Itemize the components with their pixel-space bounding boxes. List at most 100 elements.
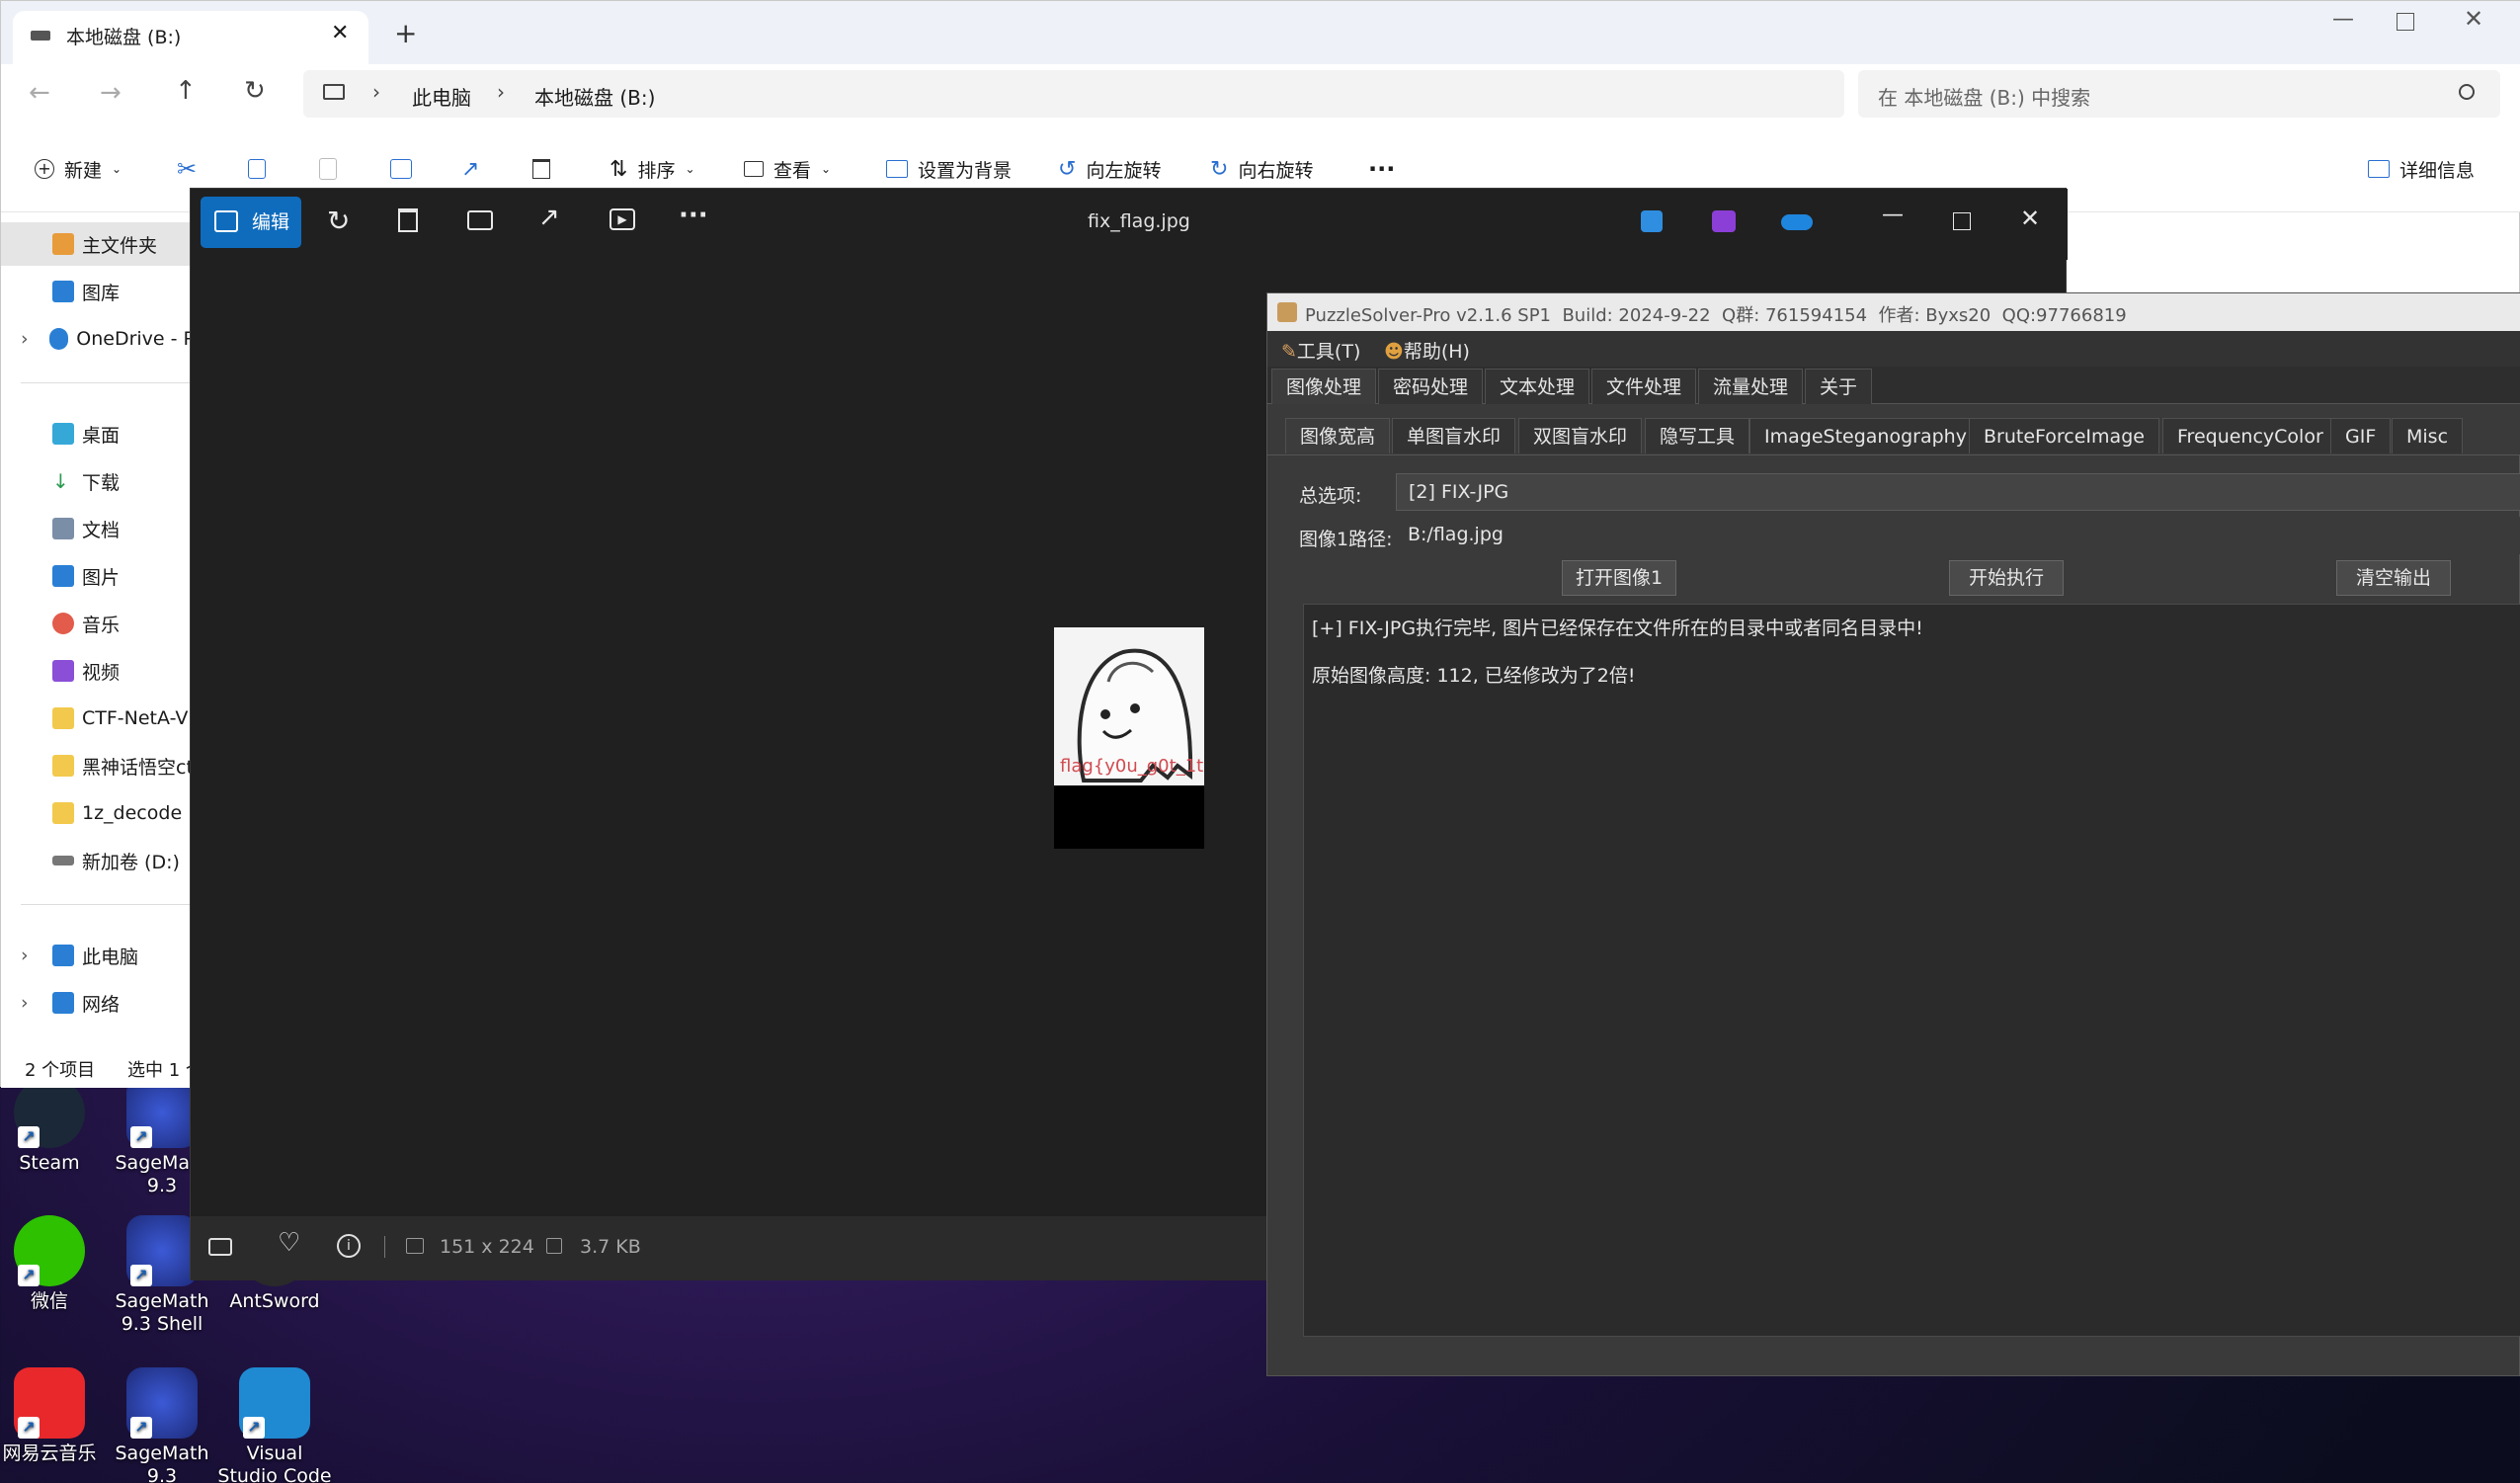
edit-button[interactable]: 编辑	[201, 197, 301, 248]
rotate-left-button[interactable]: ↺ 向左旋转	[1058, 149, 1161, 189]
nav-item-home[interactable]: 主文件夹	[1, 222, 195, 266]
refresh-icon[interactable]: ↻	[244, 76, 266, 106]
computer-icon	[52, 945, 74, 966]
onedrive-icon[interactable]	[1781, 214, 1813, 230]
close-window-icon[interactable]: ✕	[2020, 205, 2040, 232]
subtab-single-watermark[interactable]: 单图盲水印	[1392, 418, 1516, 453]
nav-item-onedrive[interactable]: › OneDrive - P	[1, 317, 195, 361]
close-window-icon[interactable]: ✕	[2464, 5, 2483, 33]
desktop-icon-wechat[interactable]: ↗ 微信	[0, 1215, 107, 1313]
open-image-button[interactable]: 打开图像1	[1562, 560, 1676, 596]
clear-output-button[interactable]: 清空输出	[2336, 560, 2451, 596]
share-icon: ↗	[461, 156, 480, 182]
folder-icon	[52, 755, 74, 777]
clipchamp-icon[interactable]	[1712, 210, 1736, 232]
nav-item-documents[interactable]: 文档	[1, 507, 195, 550]
subtab-brute-force-image[interactable]: BruteForceImage	[1969, 418, 2159, 453]
more-button[interactable]: ···	[1368, 149, 1395, 189]
sub-tab-strip: 图像宽高 单图盲水印 双图盲水印 隐写工具 ImageSteganography…	[1267, 404, 2520, 455]
minimize-icon[interactable]: —	[1882, 203, 1904, 227]
nav-item-downloads[interactable]: ↓ 下载	[1, 459, 195, 503]
view-button[interactable]: 查看 ⌄	[744, 149, 831, 189]
share-icon[interactable]: ↗	[538, 203, 560, 232]
execute-button[interactable]: 开始执行	[1949, 560, 2064, 596]
slideshow-icon[interactable]: ▶	[610, 208, 635, 230]
subtab-width-height[interactable]: 图像宽高	[1285, 418, 1391, 453]
designer-icon[interactable]	[1641, 210, 1663, 232]
nav-item-pictures[interactable]: 图片	[1, 554, 195, 598]
output-area[interactable]: [+] FIX-JPG执行完毕, 图片已经保存在文件所在的目录中或者同名目录中!…	[1303, 604, 2520, 1337]
rename-button[interactable]	[390, 149, 412, 189]
maximize-icon[interactable]	[1953, 212, 1971, 230]
chevron-right-icon: ›	[372, 80, 380, 104]
delete-button[interactable]	[532, 149, 550, 189]
search-box[interactable]: 在 本地磁盘 (B:) 中搜索	[1858, 70, 2500, 118]
back-icon[interactable]: ←	[29, 78, 50, 108]
minimize-icon[interactable]: —	[2332, 7, 2354, 32]
up-icon[interactable]: ↑	[175, 76, 197, 106]
tab-text[interactable]: 文本处理	[1485, 369, 1590, 404]
close-tab-icon[interactable]: ✕	[331, 21, 349, 45]
subtab-image-steganography[interactable]: ImageSteganography	[1749, 418, 1982, 453]
breadcrumb[interactable]: › 此电脑 › 本地磁盘 (B:)	[303, 70, 1844, 118]
set-background-button[interactable]: 设置为背景	[886, 149, 1012, 189]
subtab-frequency-color[interactable]: FrequencyColor	[2162, 418, 2338, 453]
info-icon[interactable]: i	[337, 1234, 361, 1258]
desktop-icon-sagemath-notebook[interactable]: ↗ SageMath 9.3 Notebo...	[105, 1367, 219, 1483]
desktop-icon-netease-music[interactable]: ↗ 网易云音乐	[0, 1367, 107, 1465]
nav-label: 桌面	[82, 424, 121, 447]
rotate-right-label: 向右旋转	[1238, 159, 1314, 182]
tab-crypto[interactable]: 密码处理	[1378, 369, 1484, 404]
nav-item-gallery[interactable]: 图库	[1, 270, 195, 313]
filmstrip-icon[interactable]	[208, 1238, 232, 1256]
details-button[interactable]: 详细信息	[2368, 149, 2475, 189]
chevron-right-icon: ›	[497, 80, 505, 104]
nav-item-drive-d[interactable]: 新加卷 (D:)	[1, 839, 195, 882]
nav-item-network[interactable]: › 网络	[1, 981, 195, 1025]
path-input[interactable]: B:/flag.jpg	[1396, 517, 2520, 554]
option-select[interactable]: [2] FIX-JPG	[1396, 473, 2520, 511]
subtab-misc[interactable]: Misc	[2392, 418, 2464, 453]
more-icon[interactable]: ···	[679, 201, 708, 230]
subtab-dual-watermark[interactable]: 双图盲水印	[1518, 418, 1643, 453]
explorer-tab[interactable]: 本地磁盘 (B:) ✕	[13, 11, 368, 64]
rotate-right-button[interactable]: ↻ 向右旋转	[1210, 149, 1313, 189]
menu-tools[interactable]: ✎工具(T)	[1281, 337, 1360, 364]
photo-canvas: flag{y0u_g0t_1t}	[1054, 627, 1204, 849]
sort-button[interactable]: ⇅ 排序 ⌄	[610, 149, 695, 189]
maximize-icon[interactable]	[2397, 13, 2414, 31]
nav-item-this-pc[interactable]: › 此电脑	[1, 934, 195, 977]
share-button[interactable]: ↗	[461, 149, 479, 189]
menu-help[interactable]: ☻帮助(H)	[1384, 337, 1470, 364]
nav-item-folder[interactable]: CTF-NetA-V	[1, 697, 195, 740]
favorite-icon[interactable]: ♡	[278, 1228, 300, 1258]
tab-file[interactable]: 文件处理	[1591, 369, 1697, 404]
rotate-icon[interactable]: ↻	[327, 205, 350, 237]
copy-button[interactable]	[248, 149, 266, 189]
tab-traffic[interactable]: 流量处理	[1698, 369, 1804, 404]
nav-item-music[interactable]: 音乐	[1, 602, 195, 645]
nav-item-videos[interactable]: 视频	[1, 649, 195, 693]
tab-image[interactable]: 图像处理	[1271, 369, 1377, 404]
new-button[interactable]: + 新建 ⌄	[35, 149, 122, 189]
nav-item-folder[interactable]: 1z_decode	[1, 791, 195, 835]
tab-about[interactable]: 关于	[1805, 369, 1873, 404]
video-icon	[52, 660, 74, 682]
subtab-stego-tools[interactable]: 隐写工具	[1645, 418, 1750, 453]
desktop-icon-vscode[interactable]: ↗ Visual Studio Code	[217, 1367, 332, 1483]
print-icon[interactable]	[467, 210, 493, 230]
desktop-icon-label: Visual Studio Code	[217, 1442, 332, 1483]
menu-label: 工具(T)	[1296, 341, 1361, 363]
new-tab-icon[interactable]: +	[394, 17, 417, 49]
app-icon	[1277, 302, 1297, 322]
cut-button[interactable]: ✂	[177, 149, 197, 189]
nav-item-folder[interactable]: 黑神话悟空ct	[1, 744, 195, 787]
desktop-icon-steam[interactable]: ↗ Steam	[0, 1077, 107, 1175]
paste-button[interactable]	[319, 149, 337, 189]
delete-icon[interactable]	[398, 208, 418, 232]
subtab-gif[interactable]: GIF	[2330, 418, 2392, 453]
breadcrumb-item[interactable]: 此电脑	[412, 82, 471, 111]
breadcrumb-item[interactable]: 本地磁盘 (B:)	[534, 82, 655, 111]
nav-item-desktop[interactable]: 桌面	[1, 412, 195, 455]
forward-icon[interactable]: →	[100, 78, 122, 108]
